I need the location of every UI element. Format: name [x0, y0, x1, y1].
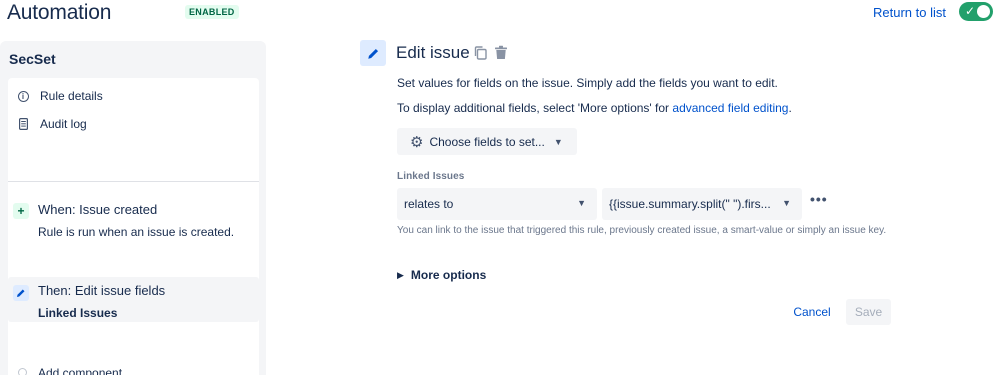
add-component-button[interactable]: Add component — [8, 364, 259, 375]
chevron-down-icon: ▼ — [553, 136, 563, 147]
choose-fields-label: Choose fields to set... — [429, 134, 545, 149]
circle-icon — [18, 368, 27, 375]
panel-description: Set values for fields on the issue. Simp… — [397, 76, 778, 90]
trigger-description: Rule is run when an issue is created. — [38, 225, 235, 239]
more-options-label: More options — [410, 268, 487, 282]
return-to-list-link[interactable]: Return to list — [873, 5, 946, 20]
status-badge: ENABLED — [185, 5, 239, 19]
save-button[interactable]: Save — [846, 299, 891, 325]
divider — [8, 181, 259, 182]
advanced-field-editing-link[interactable]: advanced field editing — [672, 101, 788, 115]
choose-fields-button[interactable]: ⚙ Choose fields to set... ▼ — [397, 128, 577, 155]
action-description: Linked Issues — [38, 306, 118, 320]
rule-name: SecSet — [9, 51, 56, 67]
sidebar-item-rule-details[interactable]: i Rule details — [8, 85, 259, 107]
linked-issue-select[interactable]: {{issue.summary.split(" ").firs... ▼ — [602, 188, 802, 220]
chevron-down-icon: ▼ — [577, 198, 586, 208]
sidebar-item-label: Audit log — [40, 117, 87, 131]
more-actions-icon[interactable]: ••• — [810, 191, 828, 207]
rule-sidebar: SecSet i Rule details Audit log + When: … — [0, 41, 266, 375]
link-type-value: relates to — [404, 197, 454, 211]
add-component-label: Add component — [38, 366, 123, 375]
note-suffix: . — [788, 101, 792, 115]
linked-issues-label: Linked Issues — [397, 171, 465, 182]
document-icon — [16, 118, 30, 130]
pencil-icon — [13, 285, 29, 301]
trash-icon[interactable] — [494, 45, 508, 60]
gear-icon: ⚙ — [410, 133, 424, 151]
action-step[interactable]: Then: Edit issue fields Linked Issues — [8, 277, 259, 322]
sidebar-item-audit-log[interactable]: Audit log — [8, 113, 259, 135]
trigger-step[interactable]: + When: Issue created Rule is run when a… — [8, 201, 259, 246]
page-title: Automation — [7, 1, 112, 24]
sidebar-item-label: Rule details — [40, 89, 103, 103]
cancel-button[interactable]: Cancel — [787, 300, 837, 324]
trigger-title: When: Issue created — [38, 202, 158, 217]
linked-issue-value: {{issue.summary.split(" ").firs... — [609, 197, 771, 211]
panel-title: Edit issue — [396, 43, 470, 62]
chevron-down-icon: ▼ — [782, 198, 791, 208]
link-type-select[interactable]: relates to ▼ — [397, 188, 597, 220]
copy-icon[interactable] — [474, 46, 487, 60]
edit-issue-panel: Edit issue Set values for fields on the … — [360, 40, 898, 370]
toggle-knob — [977, 5, 990, 18]
plus-icon: + — [13, 203, 29, 219]
note-text: To display additional fields, select 'Mo… — [397, 101, 673, 115]
pencil-icon — [360, 40, 386, 66]
action-title: Then: Edit issue fields — [38, 283, 166, 298]
more-options-toggle[interactable]: ▶ More options — [397, 268, 486, 282]
additional-fields-note: To display additional fields, select 'Mo… — [397, 101, 792, 115]
info-icon: i — [16, 90, 30, 102]
chevron-right-icon: ▶ — [397, 269, 404, 280]
rule-enabled-toggle[interactable]: ✓ — [959, 2, 993, 21]
sidebar-card: i Rule details Audit log + When: Issue c… — [8, 78, 259, 375]
check-icon: ✓ — [965, 4, 976, 18]
field-helper-text: You can link to the issue that triggered… — [397, 225, 887, 236]
